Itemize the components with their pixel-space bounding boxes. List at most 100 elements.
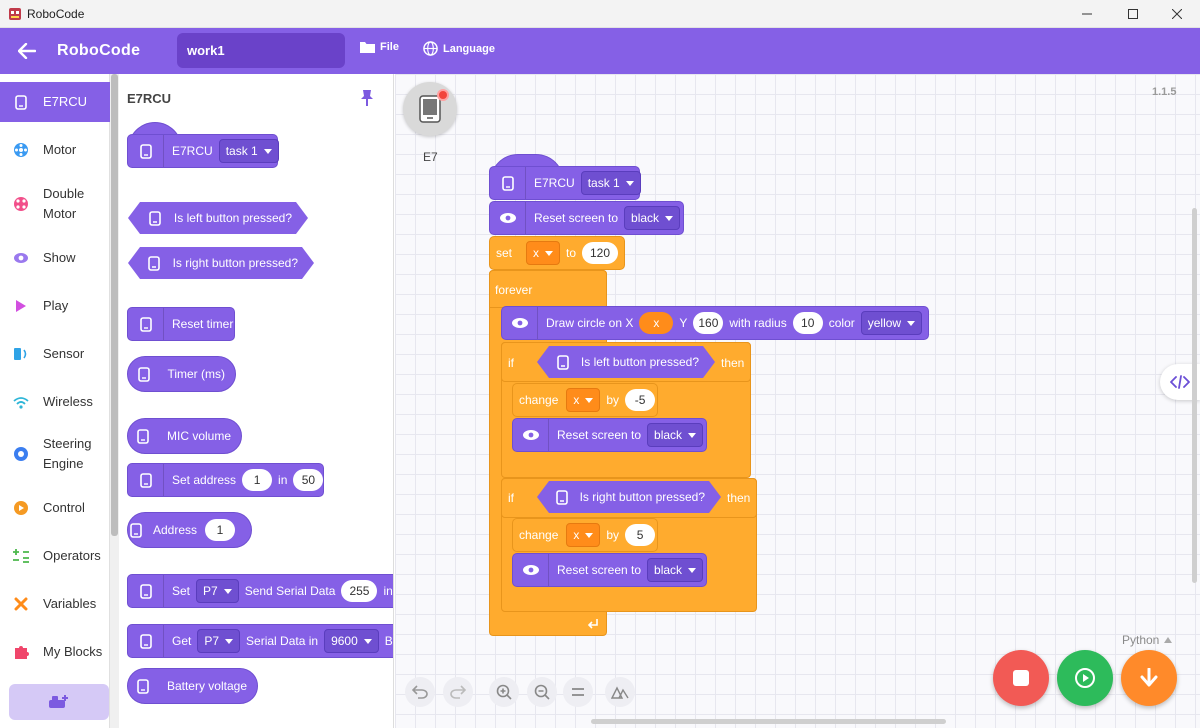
port-value: P7 bbox=[203, 584, 218, 598]
channel-input[interactable]: 50 bbox=[293, 469, 324, 491]
y-input[interactable]: 160 bbox=[693, 312, 724, 334]
redo-icon bbox=[450, 685, 466, 699]
reset-screen-block[interactable]: Reset screen to black bbox=[512, 553, 707, 587]
category-sensor[interactable]: Sensor bbox=[0, 334, 110, 374]
close-button[interactable] bbox=[1154, 0, 1200, 28]
device-icon bbox=[128, 625, 164, 657]
maximize-button[interactable] bbox=[1110, 0, 1156, 28]
brand-logo: RoboCode bbox=[57, 42, 141, 59]
category-scrollbar[interactable] bbox=[111, 74, 118, 536]
variable-dropdown[interactable]: x bbox=[566, 388, 601, 412]
category-steering-engine[interactable]: Steering Engine bbox=[0, 432, 110, 476]
port-dropdown[interactable]: P7 bbox=[196, 579, 239, 603]
reset-zoom-button[interactable] bbox=[563, 677, 593, 707]
category-motor[interactable]: Motor bbox=[0, 130, 110, 170]
script-hat-block[interactable]: E7RCU task 1 bbox=[489, 166, 641, 200]
palette-reset-timer-block[interactable]: Reset timer bbox=[127, 307, 235, 341]
port-value: P7 bbox=[204, 634, 220, 648]
operators-icon bbox=[13, 548, 29, 564]
clean-up-button[interactable] bbox=[605, 677, 635, 707]
category-control[interactable]: Control bbox=[0, 488, 110, 528]
color-dropdown[interactable]: black bbox=[624, 206, 681, 230]
task-dropdown[interactable]: task 1 bbox=[580, 171, 641, 195]
palette-hat-block[interactable]: E7RCU task 1 bbox=[127, 134, 279, 168]
category-operators[interactable]: Operators bbox=[0, 536, 110, 576]
value-input[interactable]: -5 bbox=[625, 389, 656, 411]
palette-right-button-block[interactable]: Is right button pressed? bbox=[128, 247, 314, 279]
device-icon bbox=[490, 167, 526, 199]
task-dropdown[interactable]: task 1 bbox=[218, 139, 279, 163]
palette-address-block[interactable]: Address 1 bbox=[127, 512, 252, 548]
stop-icon bbox=[1013, 670, 1029, 686]
port-dropdown[interactable]: P7 bbox=[197, 629, 241, 653]
category-e7rcu[interactable]: E7RCU bbox=[0, 82, 110, 122]
category-label: E7RCU bbox=[43, 94, 88, 109]
code-canvas[interactable]: 1.1.5 E7 forever if Is left button press… bbox=[395, 74, 1200, 728]
project-name-input[interactable] bbox=[177, 33, 345, 68]
variable-dropdown[interactable]: x bbox=[526, 241, 561, 265]
add-extension-button[interactable] bbox=[9, 684, 109, 720]
device-avatar[interactable] bbox=[403, 82, 457, 136]
palette-battery-block[interactable]: Battery voltage bbox=[127, 668, 258, 704]
reset-screen-block[interactable]: Reset screen to black bbox=[512, 418, 707, 452]
draw-circle-block[interactable]: Draw circle on X x Y 160 with radius 10 … bbox=[501, 306, 929, 340]
category-label: Wireless bbox=[43, 394, 93, 409]
redo-button[interactable] bbox=[443, 677, 473, 707]
palette-left-button-block[interactable]: Is left button pressed? bbox=[128, 202, 308, 234]
value-input[interactable]: 5 bbox=[625, 524, 656, 546]
caret-down-icon bbox=[625, 180, 634, 186]
left-button-condition[interactable]: Is left button pressed? bbox=[537, 346, 715, 378]
zoom-in-button[interactable] bbox=[489, 677, 519, 707]
palette-timer-block[interactable]: Timer (ms) bbox=[127, 356, 236, 392]
variable-dropdown[interactable]: x bbox=[566, 523, 601, 547]
reset-screen-block[interactable]: Reset screen to black bbox=[489, 201, 684, 235]
eye-icon bbox=[513, 554, 549, 586]
set-variable-block[interactable]: set x to 120 bbox=[489, 236, 625, 270]
canvas-vertical-scrollbar[interactable] bbox=[1192, 208, 1197, 583]
caret-down-icon bbox=[688, 432, 697, 438]
right-button-condition[interactable]: Is right button pressed? bbox=[537, 481, 721, 513]
change-variable-block[interactable]: change x by 5 bbox=[512, 518, 658, 552]
title-bar: RoboCode bbox=[0, 0, 1200, 28]
category-variables[interactable]: Variables bbox=[0, 584, 110, 624]
back-button[interactable] bbox=[14, 38, 40, 64]
change-variable-block[interactable]: change x by -5 bbox=[512, 383, 658, 417]
baud-dropdown[interactable]: 9600 bbox=[324, 629, 379, 653]
caret-down-icon bbox=[688, 567, 697, 573]
category-double-motor[interactable]: Double Motor bbox=[0, 182, 110, 226]
address-input[interactable]: 1 bbox=[242, 469, 273, 491]
radius-input[interactable]: 10 bbox=[792, 312, 823, 334]
download-button[interactable] bbox=[1121, 650, 1177, 706]
canvas-horizontal-scrollbar[interactable] bbox=[591, 719, 946, 724]
color-dropdown[interactable]: black bbox=[647, 423, 704, 447]
run-button[interactable] bbox=[1057, 650, 1113, 706]
value-input[interactable]: 120 bbox=[582, 242, 618, 264]
category-label: Control bbox=[43, 500, 85, 515]
caret-down-icon bbox=[223, 588, 232, 594]
file-menu[interactable]: File bbox=[360, 41, 399, 53]
undo-button[interactable] bbox=[405, 677, 435, 707]
x-variable-reporter[interactable]: x bbox=[639, 312, 674, 334]
color-dropdown[interactable]: yellow bbox=[860, 311, 923, 335]
palette-serial-get-block[interactable]: Get P7 Serial Data in 9600 B bbox=[127, 624, 393, 658]
pin-icon[interactable] bbox=[359, 89, 375, 107]
zoom-out-button[interactable] bbox=[527, 677, 557, 707]
task-value: task 1 bbox=[225, 144, 258, 158]
category-my-blocks[interactable]: My Blocks bbox=[0, 632, 110, 672]
category-wireless[interactable]: Wireless bbox=[0, 382, 110, 422]
eye-icon bbox=[502, 307, 538, 339]
minimize-button[interactable] bbox=[1064, 0, 1110, 28]
language-selector[interactable]: Python bbox=[1122, 633, 1173, 647]
address-value[interactable]: 1 bbox=[205, 519, 235, 541]
stop-button[interactable] bbox=[993, 650, 1049, 706]
category-play[interactable]: Play bbox=[0, 286, 110, 326]
serial-value-input[interactable]: 255 bbox=[341, 580, 378, 602]
palette-serial-send-block[interactable]: Set P7 Send Serial Data 255 in bbox=[127, 574, 393, 608]
palette-mic-block[interactable]: MIC volume bbox=[127, 418, 242, 454]
palette-set-address-block[interactable]: Set address 1 in 50 bbox=[127, 463, 324, 497]
color-dropdown[interactable]: black bbox=[647, 558, 704, 582]
language-menu[interactable]: Language bbox=[423, 41, 495, 56]
variable-value: x bbox=[533, 246, 540, 260]
by-label: by bbox=[606, 393, 620, 407]
category-show[interactable]: Show bbox=[0, 238, 110, 278]
